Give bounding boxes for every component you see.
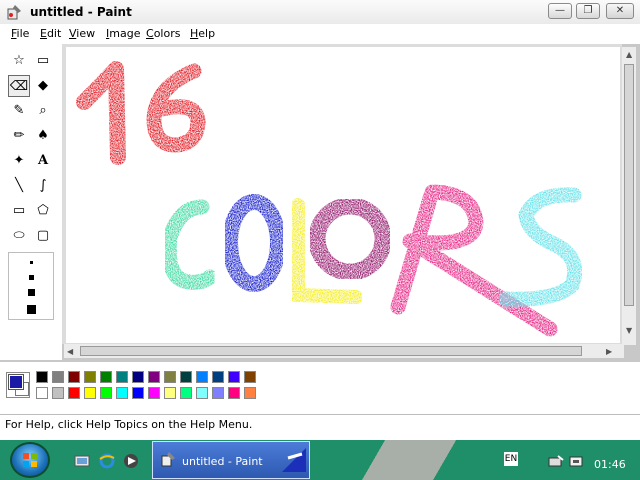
eraser-size-options[interactable]	[9, 253, 53, 319]
menu-file[interactable]: File	[11, 27, 29, 40]
menu-help-label: elp	[198, 27, 216, 40]
menu-colors[interactable]: Colors	[146, 27, 180, 40]
palette-swatch[interactable]	[36, 371, 48, 383]
rectangle-tool[interactable]: ▭	[8, 200, 30, 222]
palette-swatch[interactable]	[244, 387, 256, 399]
vertical-scroll-thumb[interactable]	[624, 64, 634, 306]
menu-bar	[0, 24, 640, 44]
internet-explorer-icon[interactable]	[98, 452, 116, 470]
palette-swatch[interactable]	[36, 387, 48, 399]
taskbar-paint-thumbnail-icon	[280, 446, 308, 474]
text-16	[76, 61, 206, 165]
pencil-tool[interactable]: ✏	[8, 125, 30, 147]
network-tray-icon[interactable]	[548, 454, 564, 468]
media-player-icon[interactable]	[122, 452, 140, 470]
color-picker-tool[interactable]: ✎	[8, 100, 30, 122]
palette-swatch[interactable]	[228, 387, 240, 399]
show-desktop-icon[interactable]	[74, 454, 90, 468]
palette-swatch[interactable]	[148, 371, 160, 383]
palette-swatch[interactable]	[84, 387, 96, 399]
free-select-tool[interactable]: ☆	[8, 50, 30, 72]
palette-swatch[interactable]	[100, 371, 112, 383]
text-tool[interactable]: A	[32, 150, 54, 172]
polygon-tool[interactable]: ⬠	[32, 200, 54, 222]
menu-image[interactable]: Image	[106, 27, 140, 40]
volume-tray-icon[interactable]	[568, 454, 584, 468]
minimize-button[interactable]: —	[548, 3, 572, 19]
letter-s	[498, 187, 583, 307]
menu-colors-label: olors	[153, 27, 181, 40]
palette-swatch[interactable]	[212, 371, 224, 383]
menu-edit[interactable]: Edit	[40, 27, 61, 40]
letter-o-purple	[308, 197, 392, 281]
palette-swatch[interactable]	[116, 387, 128, 399]
taskbar-paint-label: untitled - Paint	[182, 455, 263, 468]
line-tool[interactable]: ╲	[8, 175, 30, 197]
scroll-up-arrow-icon[interactable]: ▲	[626, 50, 632, 59]
window-title: untitled - Paint	[30, 5, 132, 19]
palette-swatch[interactable]	[180, 371, 192, 383]
palette-swatch[interactable]	[212, 387, 224, 399]
horizontal-scroll-thumb[interactable]	[80, 346, 582, 356]
airbrush-tool[interactable]: ✦	[8, 150, 30, 172]
palette-swatch[interactable]	[100, 387, 112, 399]
tool-options-box[interactable]	[8, 252, 54, 320]
start-button[interactable]	[10, 442, 50, 478]
color-box	[0, 362, 640, 414]
palette-swatch[interactable]	[52, 387, 64, 399]
palette-swatch[interactable]	[116, 371, 128, 383]
palette-swatch[interactable]	[132, 371, 144, 383]
curve-tool[interactable]: ∫	[32, 175, 54, 197]
menu-edit-mnemonic: E	[40, 27, 47, 40]
rounded-rect-tool[interactable]: ▢	[32, 225, 54, 247]
menu-help[interactable]: Help	[190, 27, 215, 40]
windows-logo-icon	[23, 453, 37, 467]
scroll-right-arrow-icon[interactable]: ▶	[606, 347, 612, 356]
menu-image-label: mage	[109, 27, 141, 40]
close-button[interactable]: ✕	[606, 3, 634, 19]
letter-c	[161, 199, 218, 290]
palette-swatch[interactable]	[84, 371, 96, 383]
fill-tool[interactable]: ◆	[32, 75, 54, 97]
palette-swatch[interactable]	[244, 371, 256, 383]
palette-swatch[interactable]	[132, 387, 144, 399]
palette-swatch[interactable]	[68, 371, 80, 383]
canvas-drawing	[76, 61, 583, 337]
language-indicator[interactable]: EN	[504, 452, 518, 466]
ellipse-tool[interactable]: ⬭	[8, 225, 30, 247]
palette-swatch[interactable]	[68, 387, 80, 399]
letter-o-blue	[222, 194, 286, 292]
scroll-left-arrow-icon[interactable]: ◀	[67, 347, 73, 356]
menu-view[interactable]: View	[69, 27, 95, 40]
maximize-button[interactable]: ❐	[576, 3, 600, 19]
foreground-color-swatch[interactable]	[8, 374, 24, 390]
taskbar-empty-area	[314, 440, 494, 480]
palette-swatch[interactable]	[164, 387, 176, 399]
magnifier-tool[interactable]: ⌕	[32, 100, 54, 122]
menu-colors-mnemonic: C	[146, 27, 154, 40]
paint-app-icon[interactable]	[6, 3, 24, 21]
palette-swatch[interactable]	[180, 387, 192, 399]
menu-edit-label: dit	[46, 27, 62, 40]
palette-swatch[interactable]	[196, 371, 208, 383]
menu-view-label: iew	[76, 27, 96, 40]
palette-swatch[interactable]	[228, 371, 240, 383]
taskbar-clock[interactable]: 01:46	[594, 458, 626, 471]
brush-tool[interactable]: ♠	[32, 125, 54, 147]
status-text: For Help, click Help Topics on the Help …	[5, 418, 253, 431]
palette-swatch[interactable]	[52, 371, 64, 383]
palette-swatch[interactable]	[196, 387, 208, 399]
rect-select-tool[interactable]: ▭	[32, 50, 54, 72]
taskbar-paint-icon	[160, 450, 178, 468]
palette-swatch[interactable]	[164, 371, 176, 383]
scroll-down-arrow-icon[interactable]: ▼	[626, 326, 632, 335]
drawing-canvas[interactable]	[66, 47, 620, 343]
palette-swatch[interactable]	[148, 387, 160, 399]
menu-file-label: ile	[16, 27, 30, 40]
eraser-tool[interactable]: ⌫	[8, 75, 30, 97]
